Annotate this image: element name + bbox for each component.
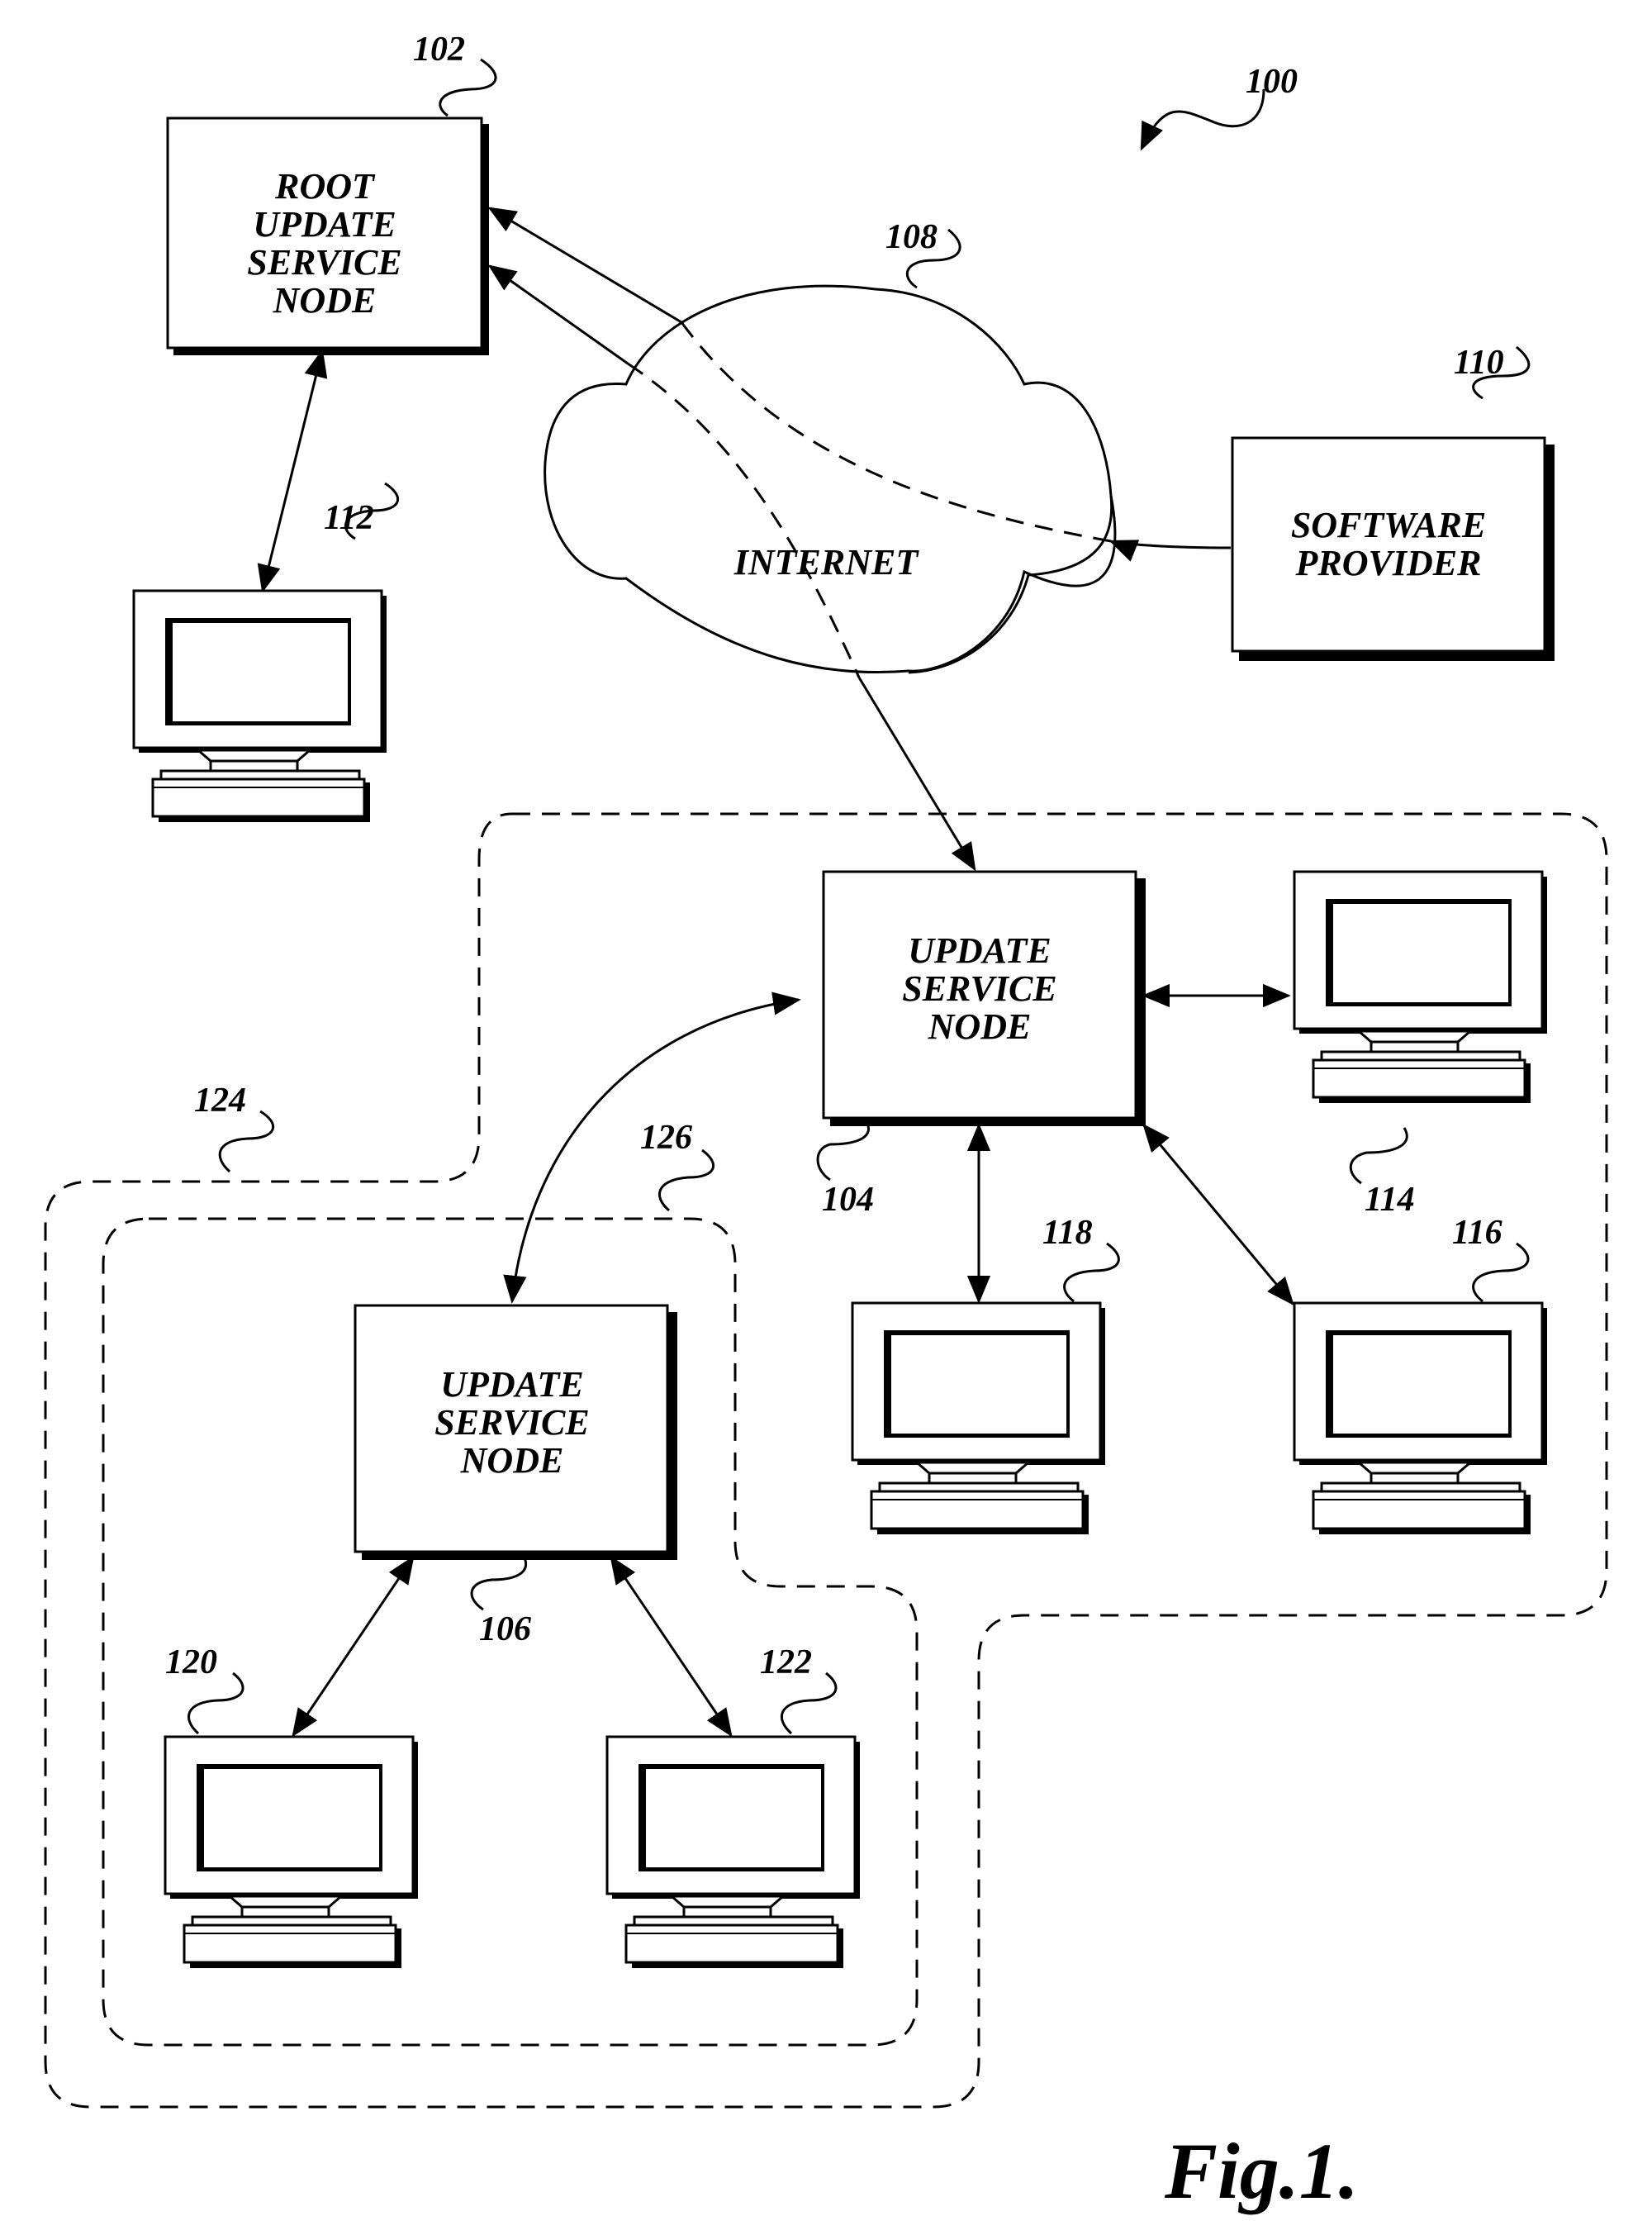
ref-102-text: 102 <box>413 31 465 69</box>
ref-118-text: 118 <box>1042 1214 1093 1252</box>
link-provider-root <box>1108 540 1232 562</box>
software-provider-label-1: SOFTWARE <box>1291 505 1486 545</box>
software-provider-label-2: PROVIDER <box>1295 543 1482 583</box>
computer-120 <box>164 1735 420 1970</box>
root-node-label-4: NODE <box>273 280 377 321</box>
ref-114-text: 114 <box>1365 1181 1415 1219</box>
link-internet-root <box>487 264 629 365</box>
computer-118 <box>851 1301 1107 1536</box>
node104-label-2: SERVICE <box>902 968 1057 1009</box>
ref-106-text: 106 <box>479 1610 531 1648</box>
software-provider-box: SOFTWARE PROVIDER <box>1231 436 1555 661</box>
root-update-service-node: ROOT UPDATE SERVICE NODE <box>166 117 489 355</box>
internet-cloud <box>544 284 1117 674</box>
root-node-label-2: UPDATE <box>253 204 396 245</box>
link-root-112 <box>257 349 328 593</box>
root-node-label-3: SERVICE <box>247 242 402 283</box>
ref-100-text: 100 <box>1246 63 1298 101</box>
ref-104: 104 <box>816 1120 874 1219</box>
update-service-node-104: UPDATE SERVICE NODE <box>822 870 1146 1126</box>
figure-caption: Fig.1. <box>1164 2127 1359 2215</box>
link-104-116 <box>1142 1123 1294 1306</box>
ref-122-text: 122 <box>760 1643 812 1681</box>
link-106-120 <box>292 1555 415 1738</box>
ref-124: 124 <box>194 1082 275 1173</box>
link-106-122 <box>610 1555 733 1738</box>
ref-116-text: 116 <box>1452 1214 1502 1252</box>
computer-122 <box>605 1735 862 1970</box>
computer-114 <box>1293 870 1549 1105</box>
ref-124-text: 124 <box>194 1082 246 1120</box>
ref-104-text: 104 <box>822 1181 874 1219</box>
link-internet-node104 <box>857 677 976 872</box>
ref-108-text: 108 <box>885 218 938 256</box>
node106-label-1: UPDATE <box>440 1364 584 1405</box>
ref-100: 100 <box>1140 63 1298 151</box>
ref-114: 114 <box>1349 1127 1415 1219</box>
ref-120: 120 <box>165 1643 244 1735</box>
computer-112 <box>132 589 388 824</box>
ref-112: 112 <box>324 482 400 540</box>
ref-108: 108 <box>885 218 961 289</box>
computer-116 <box>1293 1301 1549 1536</box>
ref-126: 126 <box>640 1119 714 1212</box>
update-service-node-106: UPDATE SERVICE NODE <box>354 1304 677 1560</box>
ref-122: 122 <box>760 1643 838 1735</box>
ref-106: 106 <box>470 1553 531 1648</box>
ref-110: 110 <box>1454 344 1531 400</box>
internet-label: INTERNET <box>733 542 920 583</box>
ref-120-text: 120 <box>165 1643 217 1681</box>
ref-126-text: 126 <box>640 1119 692 1157</box>
node106-label-3: NODE <box>460 1440 564 1481</box>
node104-label-3: NODE <box>928 1006 1032 1047</box>
node104-label-1: UPDATE <box>908 930 1051 971</box>
ref-118: 118 <box>1042 1214 1120 1303</box>
network-diagram: ROOT UPDATE SERVICE NODE SOFTWARE PROVID… <box>44 31 1608 2215</box>
root-node-label-1: ROOT <box>274 166 376 207</box>
node106-label-2: SERVICE <box>434 1402 590 1443</box>
ref-116: 116 <box>1452 1214 1530 1303</box>
ref-102: 102 <box>413 31 497 117</box>
